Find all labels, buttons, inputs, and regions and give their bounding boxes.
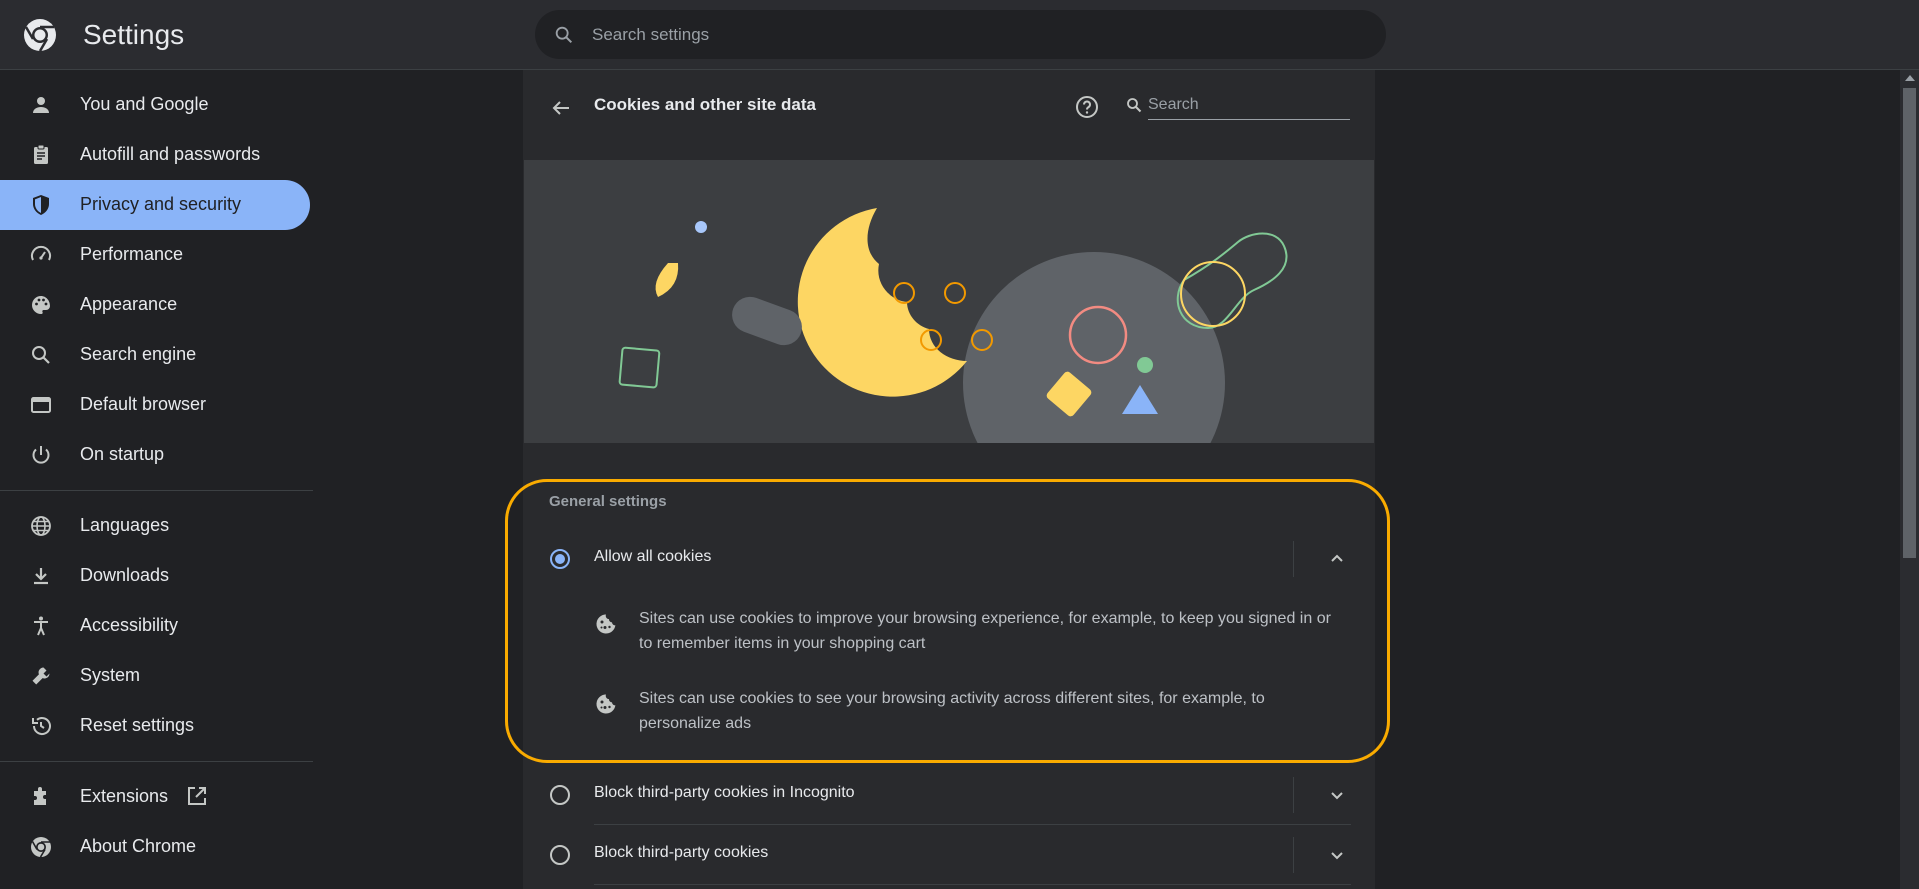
row-separator [1293,777,1294,813]
radio-allow-all-cookies[interactable] [550,549,570,569]
option-allow-all-cookies[interactable]: Allow all cookies [523,529,1375,589]
detail-item: Sites can use cookies to see your browsi… [594,686,1354,738]
search-icon [1127,98,1142,113]
sidebar-item-label: System [80,665,141,685]
scrollbar-thumb[interactable] [1903,88,1916,558]
speedometer-icon [31,245,51,261]
sidebar-item-about-chrome[interactable]: About Chrome [0,822,310,872]
search-settings-input[interactable]: Search settings [535,10,1386,59]
sidebar-item-default-browser[interactable]: Default browser [0,380,310,430]
sidebar-item-label: Downloads [80,565,170,585]
scrollbar[interactable] [1900,70,1919,889]
section-label-general-settings: General settings [549,493,667,510]
detail-item: Sites can use cookies to improve your br… [594,606,1354,658]
help-icon[interactable] [1074,94,1100,120]
sidebar-item-label: Default browser [80,394,207,414]
row-divider [594,884,1351,885]
globe-icon [31,516,51,536]
sidebar-item-label: About Chrome [80,836,197,856]
open-in-new-icon [188,787,206,805]
sidebar-item-languages[interactable]: Languages [0,501,310,551]
radio-block-third-party-incognito[interactable] [550,785,570,805]
sidebar-item-appearance[interactable]: Appearance [0,280,310,330]
sidebar-item-you-and-google[interactable]: You and Google [0,80,310,130]
sidebar: You and Google Autofill and passwords Pr… [0,70,313,889]
sidebar-item-privacy-and-security[interactable]: Privacy and security [0,180,310,230]
sidebar-item-accessibility[interactable]: Accessibility [0,601,310,651]
page-search-input[interactable]: Search [1123,90,1350,120]
sidebar-item-label: On startup [80,444,165,464]
cookie-icon [596,694,616,714]
shield-icon [33,195,49,215]
page-search-placeholder: Search [1148,96,1199,113]
cookies-illustration [524,160,1374,443]
option-label: Block third-party cookies [594,844,769,861]
sidebar-item-label: Privacy and security [80,194,242,214]
detail-text: Sites can use cookies to see your browsi… [639,690,1265,732]
search-underline [1148,119,1350,120]
sidebar-item-downloads[interactable]: Downloads [0,551,310,601]
sidebar-item-label: Autofill and passwords [80,144,261,164]
chrome-logo-icon [24,19,56,52]
page-title: Cookies and other site data [594,95,816,114]
palette-icon [32,296,50,314]
radio-block-third-party[interactable] [550,845,570,865]
search-icon [555,26,573,44]
sidebar-divider [0,761,313,762]
sidebar-item-reset-settings[interactable]: Reset settings [0,701,310,751]
cookies-settings-card: Cookies and other site data Search Gener… [523,70,1375,889]
search-icon [32,346,50,364]
sidebar-item-system[interactable]: System [0,651,310,701]
app-title: Settings [83,19,185,50]
option-block-third-party[interactable]: Block third-party cookies [523,825,1375,885]
power-icon [32,446,50,464]
person-icon [33,97,49,113]
top-bar: Settings Search settings [0,0,1919,70]
scroll-up-arrow-icon[interactable] [1905,75,1915,81]
chevron-up-icon[interactable] [1325,547,1349,571]
sidebar-item-label: You and Google [80,94,209,114]
sidebar-item-search-engine[interactable]: Search engine [0,330,310,380]
accessibility-icon [34,616,48,636]
sidebar-item-extensions[interactable]: Extensions [0,772,310,822]
sidebar-item-label: Performance [80,244,184,264]
search-placeholder: Search settings [592,25,710,44]
chrome-logo-icon [31,837,51,858]
sidebar-item-label: Search engine [80,344,197,364]
row-separator [1293,541,1294,577]
puzzle-icon [34,787,46,805]
browser-icon [31,397,51,413]
wrench-icon [32,667,50,685]
download-icon [34,568,48,585]
sidebar-item-label: Appearance [80,294,178,314]
chevron-down-icon[interactable] [1325,783,1349,807]
option-label: Allow all cookies [594,548,712,565]
sidebar-item-label: Reset settings [80,715,195,735]
history-icon [32,717,51,735]
option-label: Block third-party cookies in Incognito [594,784,855,801]
detail-text: Sites can use cookies to improve your br… [639,610,1331,652]
back-arrow-icon[interactable] [547,94,575,122]
sidebar-item-performance[interactable]: Performance [0,230,310,280]
sidebar-item-label: Languages [80,515,170,535]
row-separator [1293,837,1294,873]
sidebar-item-on-startup[interactable]: On startup [0,430,310,480]
sidebar-item-autofill[interactable]: Autofill and passwords [0,130,310,180]
sidebar-item-label: Accessibility [80,615,179,635]
chevron-down-icon[interactable] [1325,843,1349,867]
clipboard-icon [34,144,48,164]
sidebar-divider [0,490,313,491]
option-block-third-party-incognito[interactable]: Block third-party cookies in Incognito [523,765,1375,825]
cookie-icon [596,614,616,634]
sidebar-item-label: Extensions [80,786,169,806]
cookie-illustration-graphic [618,208,1288,443]
